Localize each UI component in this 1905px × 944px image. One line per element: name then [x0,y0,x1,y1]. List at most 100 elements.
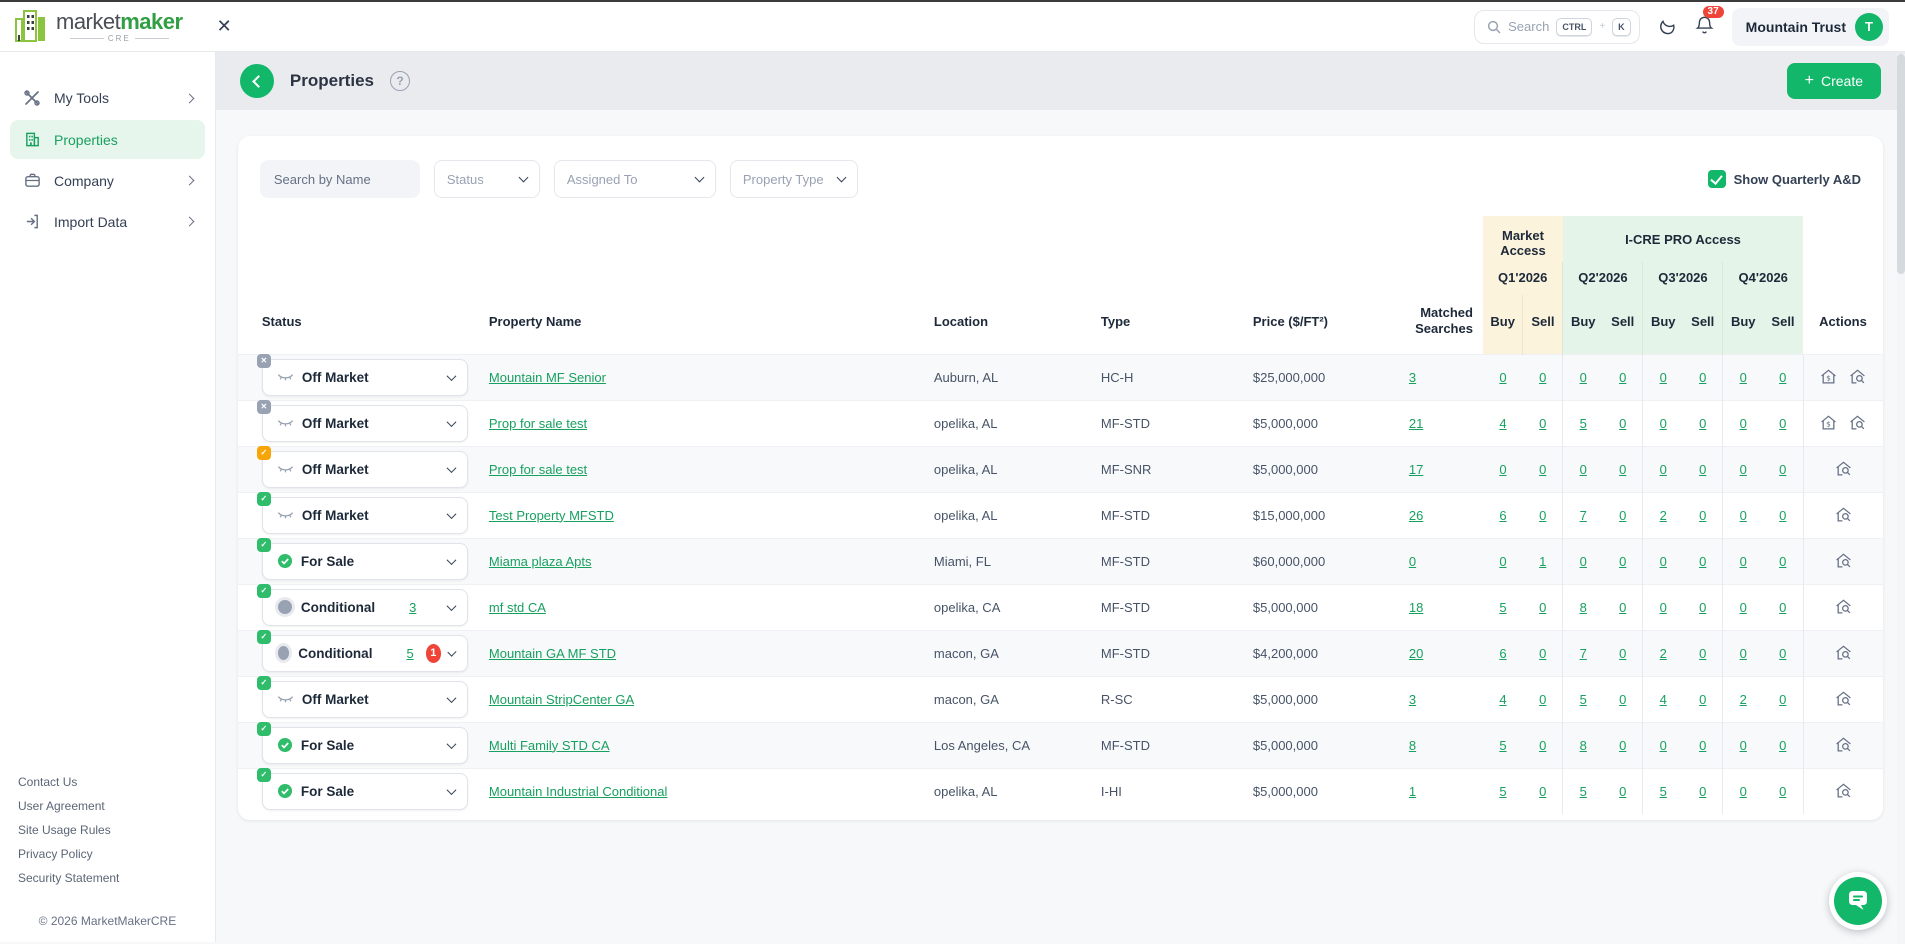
footer-link-security-statement[interactable]: Security Statement [18,866,197,890]
footer-link-site-usage-rules[interactable]: Site Usage Rules [18,818,197,842]
status-dropdown[interactable]: Off Market [262,451,468,488]
q2-buy-link[interactable]: 7 [1580,646,1587,661]
home-search-icon[interactable] [1835,553,1852,569]
q2-buy-link[interactable]: 8 [1580,738,1587,753]
footer-link-user-agreement[interactable]: User Agreement [18,794,197,818]
status-dropdown[interactable]: Off Market [262,359,468,396]
q1-buy-link[interactable]: 4 [1499,692,1506,707]
status-dropdown[interactable]: For Sale [262,543,468,580]
property-name-link[interactable]: Mountain GA MF STD [489,646,616,661]
q4-sell-link[interactable]: 0 [1779,738,1786,753]
q1-sell-link[interactable]: 0 [1539,738,1546,753]
q4-sell-link[interactable]: 0 [1779,784,1786,799]
q4-buy-link[interactable]: 0 [1740,416,1747,431]
help-icon[interactable]: ? [390,71,410,91]
home-dollar-icon[interactable]: $ [1820,369,1837,385]
q3-sell-link[interactable]: 0 [1699,738,1706,753]
matched-searches-link[interactable]: 1 [1409,784,1416,799]
back-button[interactable] [240,64,274,98]
matched-searches-link[interactable]: 0 [1409,554,1416,569]
q3-buy-link[interactable]: 0 [1660,600,1667,615]
footer-link-privacy-policy[interactable]: Privacy Policy [18,842,197,866]
q3-buy-link[interactable]: 0 [1660,416,1667,431]
property-name-link[interactable]: Multi Family STD CA [489,738,610,753]
q2-sell-link[interactable]: 0 [1619,554,1626,569]
close-icon[interactable]: ✕ [217,16,232,37]
q3-sell-link[interactable]: 0 [1699,784,1706,799]
q3-sell-link[interactable]: 0 [1699,692,1706,707]
q2-buy-link[interactable]: 0 [1580,370,1587,385]
property-type-filter-dropdown[interactable]: Property Type [730,160,858,198]
q2-buy-link[interactable]: 7 [1580,508,1587,523]
assigned-to-filter-dropdown[interactable]: Assigned To [554,160,716,198]
q2-sell-link[interactable]: 0 [1619,646,1626,661]
q1-sell-link[interactable]: 0 [1539,370,1546,385]
property-name-link[interactable]: mf std CA [489,600,546,615]
q3-sell-link[interactable]: 0 [1699,646,1706,661]
q3-buy-link[interactable]: 4 [1660,692,1667,707]
q1-buy-link[interactable]: 4 [1499,416,1506,431]
q4-buy-link[interactable]: 0 [1740,462,1747,477]
q2-sell-link[interactable]: 0 [1619,370,1626,385]
sidebar-item-import-data[interactable]: Import Data [10,202,205,241]
home-search-icon[interactable] [1849,369,1866,385]
matched-searches-link[interactable]: 17 [1409,462,1423,477]
page-scrollbar[interactable] [1897,54,1905,944]
q1-sell-link[interactable]: 0 [1539,462,1546,477]
matched-searches-link[interactable]: 3 [1409,370,1416,385]
status-dropdown[interactable]: Off Market [262,405,468,442]
conditional-count-link[interactable]: 5 [406,646,413,661]
q1-buy-link[interactable]: 5 [1499,784,1506,799]
q1-sell-link[interactable]: 0 [1539,692,1546,707]
q2-sell-link[interactable]: 0 [1619,600,1626,615]
q3-buy-link[interactable]: 0 [1660,554,1667,569]
dark-mode-icon[interactable] [1658,16,1677,38]
home-search-icon[interactable] [1835,691,1852,707]
status-dropdown[interactable]: Off Market [262,497,468,534]
q2-sell-link[interactable]: 0 [1619,462,1626,477]
q2-sell-link[interactable]: 0 [1619,416,1626,431]
status-dropdown[interactable]: For Sale [262,727,468,764]
q3-sell-link[interactable]: 0 [1699,370,1706,385]
q3-sell-link[interactable]: 0 [1699,600,1706,615]
q3-buy-link[interactable]: 5 [1660,784,1667,799]
q4-sell-link[interactable]: 0 [1779,370,1786,385]
search-by-name-input[interactable] [260,160,420,198]
property-name-link[interactable]: Mountain StripCenter GA [489,692,634,707]
q2-sell-link[interactable]: 0 [1619,784,1626,799]
q1-buy-link[interactable]: 6 [1499,646,1506,661]
show-quarterly-checkbox[interactable] [1708,170,1726,188]
q1-sell-link[interactable]: 0 [1539,416,1546,431]
status-filter-dropdown[interactable]: Status [434,160,540,198]
property-name-link[interactable]: Mountain MF Senior [489,370,606,385]
q1-buy-link[interactable]: 6 [1499,508,1506,523]
q2-sell-link[interactable]: 0 [1619,738,1626,753]
q1-sell-link[interactable]: 0 [1539,600,1546,615]
q1-buy-link[interactable]: 5 [1499,738,1506,753]
q2-buy-link[interactable]: 5 [1580,692,1587,707]
home-dollar-icon[interactable]: $ [1820,415,1837,431]
sidebar-item-properties[interactable]: Properties [10,120,205,159]
property-name-link[interactable]: Prop for sale test [489,416,587,431]
q2-buy-link[interactable]: 0 [1580,554,1587,569]
user-menu[interactable]: Mountain Trust T [1732,8,1889,46]
home-search-icon[interactable] [1835,737,1852,753]
q2-sell-link[interactable]: 0 [1619,692,1626,707]
q1-buy-link[interactable]: 0 [1499,462,1506,477]
matched-searches-link[interactable]: 18 [1409,600,1423,615]
create-button[interactable]: +Create [1787,63,1881,99]
q4-sell-link[interactable]: 0 [1779,692,1786,707]
home-search-icon[interactable] [1835,783,1852,799]
q1-sell-link[interactable]: 0 [1539,646,1546,661]
home-search-icon[interactable] [1835,599,1852,615]
q1-buy-link[interactable]: 0 [1499,554,1506,569]
q3-buy-link[interactable]: 0 [1660,370,1667,385]
q1-sell-link[interactable]: 0 [1539,508,1546,523]
property-name-link[interactable]: Mountain Industrial Conditional [489,784,668,799]
q2-sell-link[interactable]: 0 [1619,508,1626,523]
status-dropdown[interactable]: Conditional 3 [262,589,468,626]
q4-buy-link[interactable]: 0 [1740,738,1747,753]
q4-buy-link[interactable]: 0 [1740,370,1747,385]
status-dropdown[interactable]: Conditional 5 1 [262,635,468,672]
q4-buy-link[interactable]: 0 [1740,600,1747,615]
